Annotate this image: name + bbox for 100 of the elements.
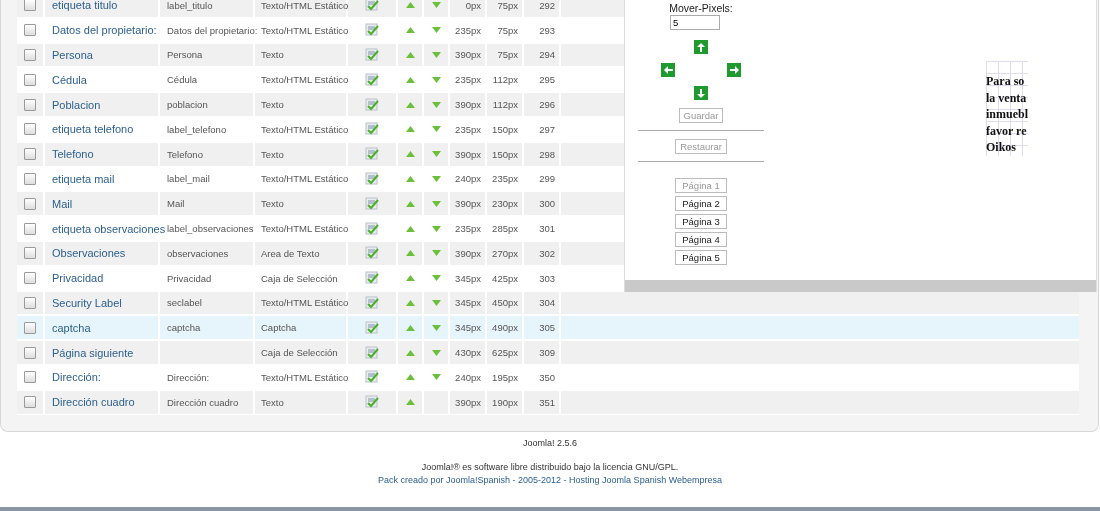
row-checkbox[interactable] [24, 296, 36, 309]
page-button[interactable]: Página 4 [675, 232, 727, 247]
field-title-link[interactable]: Poblacion [52, 98, 101, 111]
move-down-icon[interactable] [431, 374, 441, 381]
move-down-icon[interactable] [431, 299, 441, 306]
published-check-icon[interactable] [365, 72, 379, 87]
field-title-link[interactable]: etiqueta telefono [52, 123, 134, 136]
field-title-link[interactable]: Telefono [52, 148, 94, 161]
move-up-icon[interactable] [405, 200, 415, 207]
move-down-icon[interactable] [431, 27, 441, 34]
published-check-icon[interactable] [365, 345, 379, 360]
move-down-icon[interactable] [431, 2, 441, 9]
field-title-link[interactable]: Datos del propietario: [52, 24, 157, 37]
move-up-icon[interactable] [405, 101, 415, 108]
field-title-link[interactable]: Persona [52, 49, 93, 61]
row-checkbox[interactable] [24, 197, 36, 210]
table-row[interactable]: Página siguiente Caja de Selección 430px 625px 309 [17, 340, 1079, 365]
published-check-icon[interactable] [365, 320, 379, 335]
published-check-icon[interactable] [365, 221, 379, 236]
move-down-icon[interactable] [431, 225, 441, 232]
published-check-icon[interactable] [365, 370, 379, 385]
field-title-link[interactable]: etiqueta titulo [52, 0, 118, 12]
field-title-link[interactable]: Security Label [52, 296, 122, 309]
row-checkbox[interactable] [24, 123, 36, 136]
move-down-icon[interactable] [431, 200, 441, 207]
row-checkbox[interactable] [24, 346, 36, 359]
published-check-icon[interactable] [365, 295, 379, 310]
move-up-icon[interactable] [405, 52, 415, 58]
x-position: 235px [455, 223, 481, 235]
table-row[interactable]: Security Label seclabel Texto/HTML Estático 345px 450px 304 [17, 290, 1079, 316]
credits-link[interactable]: Pack creado por Joomla!Spanish - 2005-2012 - Hosting Joomla Spanish Webempresa [378, 474, 722, 485]
move-up-icon[interactable] [405, 399, 415, 406]
move-down-icon[interactable] [431, 76, 441, 83]
page-button[interactable]: Página 3 [675, 214, 727, 229]
row-checkbox[interactable] [24, 98, 36, 111]
row-checkbox[interactable] [24, 371, 36, 384]
page-button[interactable]: Página 2 [675, 196, 727, 211]
published-check-icon[interactable] [365, 196, 379, 211]
row-checkbox[interactable] [24, 272, 36, 285]
arrow-left-icon[interactable] [661, 63, 675, 77]
move-down-icon[interactable] [431, 275, 441, 282]
move-up-icon[interactable] [405, 349, 415, 356]
move-up-icon[interactable] [405, 225, 415, 232]
move-down-icon[interactable] [431, 349, 441, 356]
row-checkbox[interactable] [24, 396, 36, 409]
move-up-icon[interactable] [405, 76, 415, 83]
move-down-icon[interactable] [431, 175, 441, 182]
published-check-icon[interactable] [365, 122, 379, 137]
row-checkbox[interactable] [24, 73, 36, 86]
field-title-link[interactable]: Observaciones [52, 247, 126, 260]
move-up-icon[interactable] [405, 175, 415, 182]
arrow-down-icon[interactable] [694, 86, 708, 100]
published-check-icon[interactable] [365, 0, 379, 13]
move-up-icon[interactable] [405, 27, 415, 34]
arrow-right-icon[interactable] [727, 63, 741, 77]
move-up-icon[interactable] [405, 299, 415, 306]
pixels-input[interactable]: 5 [670, 15, 720, 30]
field-title-link[interactable]: Dirección cuadro [52, 396, 135, 409]
field-title-link[interactable]: Página siguiente [52, 346, 134, 359]
move-down-icon[interactable] [431, 151, 441, 158]
move-up-icon[interactable] [405, 2, 415, 9]
table-row[interactable]: captcha captcha Captcha 345px 490px 305 [17, 315, 1079, 341]
arrow-up-icon[interactable] [694, 40, 708, 54]
page-button[interactable]: Página 5 [675, 250, 727, 265]
published-check-icon[interactable] [365, 23, 379, 38]
published-check-icon[interactable] [365, 48, 379, 62]
row-checkbox[interactable] [24, 49, 36, 61]
field-title-link[interactable]: Privacidad [52, 272, 104, 285]
move-up-icon[interactable] [405, 126, 415, 133]
move-up-icon[interactable] [405, 324, 415, 331]
row-checkbox[interactable] [24, 0, 36, 12]
x-position: 345px [455, 272, 481, 284]
row-checkbox[interactable] [24, 172, 36, 185]
move-down-icon[interactable] [431, 52, 441, 58]
move-down-icon[interactable] [431, 126, 441, 133]
field-title-link[interactable]: etiqueta mail [52, 172, 115, 185]
field-title-link[interactable]: Mail [52, 197, 73, 210]
published-check-icon[interactable] [365, 97, 379, 112]
row-checkbox[interactable] [24, 222, 36, 235]
row-checkbox[interactable] [24, 24, 36, 37]
move-down-icon[interactable] [431, 101, 441, 108]
move-up-icon[interactable] [405, 374, 415, 381]
published-check-icon[interactable] [365, 147, 379, 162]
published-check-icon[interactable] [365, 271, 379, 286]
table-row[interactable]: Dirección cuadro Dirección cuadro Texto 390px 190px 351 [17, 389, 1079, 415]
move-up-icon[interactable] [405, 250, 415, 257]
move-up-icon[interactable] [405, 151, 415, 158]
field-title-link[interactable]: Dirección: [52, 371, 101, 384]
field-title-link[interactable]: etiqueta observaciones [52, 222, 166, 235]
row-checkbox[interactable] [24, 247, 36, 260]
move-down-icon[interactable] [431, 324, 441, 331]
field-title-link[interactable]: Cédula [52, 73, 87, 86]
move-down-icon[interactable] [431, 250, 441, 257]
row-checkbox[interactable] [24, 321, 36, 334]
field-title-link[interactable]: captcha [52, 321, 91, 334]
published-check-icon[interactable] [365, 246, 379, 261]
published-check-icon[interactable] [365, 395, 379, 410]
move-up-icon[interactable] [405, 275, 415, 282]
published-check-icon[interactable] [365, 171, 379, 186]
row-checkbox[interactable] [24, 148, 36, 161]
